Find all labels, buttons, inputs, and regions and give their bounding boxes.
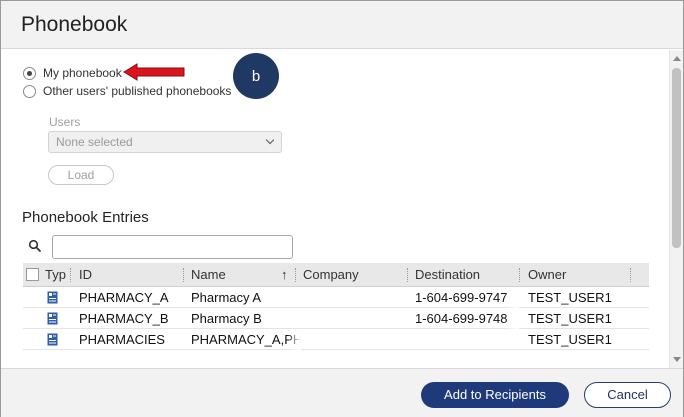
column-header-type[interactable]: Typ: [45, 263, 71, 287]
contact-card-icon: [47, 291, 58, 304]
table-row[interactable]: PHARMACY_A Pharmacy A 1-604-699-9747 TES…: [23, 288, 649, 308]
annotation-marker: b: [233, 53, 279, 99]
cell-name: Pharmacy A: [191, 290, 262, 305]
contact-card-icon: [47, 312, 58, 325]
scroll-up-arrow-icon[interactable]: [673, 56, 681, 61]
cell-company: [303, 288, 407, 308]
radio-button-checked[interactable]: [23, 66, 36, 80]
radio-label-other-users: Other users' published phonebooks: [43, 84, 232, 98]
column-divider[interactable]: [70, 268, 71, 282]
cell-destination: 1-604-699-9748: [415, 311, 508, 326]
cell-id: PHARMACY_B: [79, 311, 169, 326]
column-header-destination[interactable]: Destination: [415, 263, 515, 287]
cancel-button[interactable]: Cancel: [584, 382, 671, 408]
annotation-arrow-icon: [123, 63, 185, 81]
table-row[interactable]: PHARMACY_B Pharmacy B 1-604-699-9748 TES…: [23, 309, 649, 329]
sort-ascending-arrow-icon[interactable]: ↑: [281, 267, 288, 282]
cell-fade: [505, 309, 519, 329]
cell-owner: TEST_USER1: [528, 311, 612, 326]
load-button[interactable]: Load: [48, 165, 114, 185]
column-divider[interactable]: [295, 268, 296, 282]
cell-destination: 1-604-699-9747: [415, 290, 508, 305]
cell-owner: TEST_USER1: [528, 332, 612, 347]
cell-name: Pharmacy B: [191, 311, 262, 326]
search-icon: [28, 239, 41, 252]
users-select-value: None selected: [56, 135, 133, 149]
cell-fade: [287, 330, 301, 350]
cell-fade: [505, 288, 519, 308]
cell-company: [303, 330, 407, 350]
radio-other-users-phonebooks[interactable]: Other users' published phonebooks: [23, 83, 231, 99]
column-header-owner[interactable]: Owner: [528, 263, 628, 287]
entries-table-header: Typ ID Name ↑ Company Destination Owner: [23, 263, 649, 287]
users-select[interactable]: None selected: [48, 131, 282, 153]
content-scrollbar[interactable]: [669, 50, 683, 368]
users-label: Users: [49, 115, 81, 129]
scroll-thumb[interactable]: [672, 68, 681, 248]
table-row[interactable]: PHARMACIES PHARMACY_A,PH TEST_USER1: [23, 330, 649, 350]
cell-id: PHARMACIES: [79, 332, 165, 347]
column-header-company[interactable]: Company: [303, 263, 403, 287]
cell-name: PHARMACY_A,PH: [191, 332, 301, 347]
cell-id: PHARMACY_A: [79, 290, 169, 305]
column-header-name[interactable]: Name: [191, 263, 281, 287]
column-divider[interactable]: [519, 268, 520, 282]
column-header-id[interactable]: ID: [79, 263, 179, 287]
annotation-marker-label: b: [251, 67, 261, 85]
phonebook-dialog: Phonebook My phonebook Other users' publ…: [0, 0, 684, 417]
radio-my-phonebook[interactable]: My phonebook: [23, 65, 122, 81]
dialog-title: Phonebook: [21, 13, 128, 36]
contact-card-icon: [47, 333, 58, 346]
cell-destination: [415, 330, 519, 350]
phonebook-entries-title: Phonebook Entries: [22, 209, 149, 226]
column-divider[interactable]: [630, 268, 631, 282]
radio-button-unchecked[interactable]: [23, 84, 36, 98]
dialog-footer: Add to Recipients Cancel: [1, 368, 683, 417]
cell-owner: TEST_USER1: [528, 290, 612, 305]
entries-search-input[interactable]: [52, 235, 293, 259]
column-divider[interactable]: [183, 268, 184, 282]
cell-company: [303, 309, 407, 329]
dialog-titlebar: Phonebook: [1, 1, 683, 49]
select-all-checkbox[interactable]: [26, 268, 39, 281]
column-divider[interactable]: [407, 268, 408, 282]
add-to-recipients-button[interactable]: Add to Recipients: [421, 382, 569, 408]
scroll-down-arrow-icon[interactable]: [673, 357, 681, 362]
radio-label-my-phonebook: My phonebook: [43, 66, 122, 80]
chevron-down-icon: [265, 135, 275, 145]
